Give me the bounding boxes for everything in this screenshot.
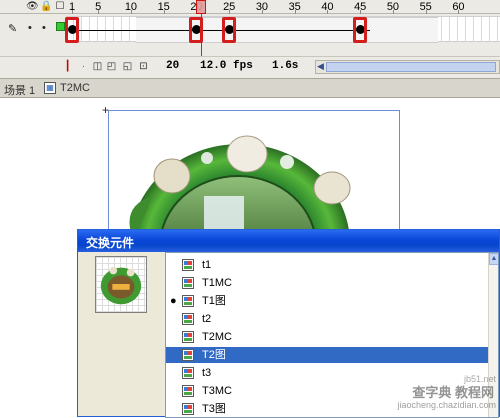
timeline-status-bar: ┃ · ◫ ◰ ◱ ⊡ 20 12.0 fps 1.6s ◀ bbox=[0, 56, 500, 78]
timeline-header: 👁 🔒 ☐ 151015202530354045505560 bbox=[0, 0, 500, 14]
symbol-list-item[interactable]: T2图 bbox=[166, 347, 488, 363]
ruler-tick bbox=[458, 10, 460, 14]
symbol-name: T2图 bbox=[202, 349, 226, 361]
ruler-tick bbox=[72, 10, 73, 14]
visibility-dot-icon[interactable]: • bbox=[28, 22, 32, 34]
ruler-tick bbox=[392, 10, 394, 14]
symbol-type-icon bbox=[182, 367, 194, 379]
outline-icon[interactable]: ☐ bbox=[54, 1, 66, 13]
keyframe-highlight-box bbox=[65, 17, 79, 43]
ruler-tick bbox=[425, 10, 427, 14]
center-frame-icon[interactable]: ┃ bbox=[62, 61, 73, 72]
lock-icon[interactable]: 🔒 bbox=[40, 1, 52, 13]
current-frame: 20 bbox=[166, 60, 180, 72]
symbol-name: T3图 bbox=[202, 403, 226, 415]
symbol-name: T2MC bbox=[202, 331, 232, 343]
keyframe-highlight-box bbox=[222, 17, 237, 43]
modify-markers-icon[interactable]: ⊡ bbox=[138, 61, 149, 72]
edit-bar: 场景 1 ▦ T2MC bbox=[0, 78, 500, 98]
dialog-titlebar[interactable]: 交换元件 bbox=[78, 230, 499, 252]
ruler-tick bbox=[98, 10, 100, 14]
ruler-tick bbox=[261, 10, 263, 14]
symbol-name: T1MC bbox=[202, 277, 232, 289]
watermark-corner: jb51.net bbox=[463, 374, 496, 384]
pebble-shape bbox=[280, 155, 294, 169]
frame-rate: 12.0 fps bbox=[200, 60, 253, 72]
frame-cells[interactable] bbox=[66, 16, 500, 43]
preview-thumbnail bbox=[100, 266, 142, 305]
symbol-type-icon bbox=[182, 331, 194, 343]
symbol-type-icon bbox=[182, 349, 194, 361]
edit-multiple-icon[interactable]: ◱ bbox=[122, 61, 133, 72]
watermark-text: 查字典 教程网 bbox=[412, 385, 494, 400]
symbol-type-icon bbox=[182, 403, 194, 415]
ruler-tick bbox=[163, 10, 165, 14]
symbol-name: T1图 bbox=[202, 295, 226, 307]
symbol-name: T3MC bbox=[202, 385, 232, 397]
symbol-name: t1 bbox=[202, 259, 212, 271]
scene-breadcrumb[interactable]: 场景 1 bbox=[4, 82, 35, 98]
pencil-icon: ✎ bbox=[8, 23, 18, 35]
watermark: 查字典 教程网 jiaocheng.chazidian.com jb51.net bbox=[360, 374, 500, 417]
elapsed-time: 1.6s bbox=[272, 60, 299, 72]
ruler-tick bbox=[360, 10, 362, 14]
onion-skin-icon[interactable]: ◫ bbox=[92, 61, 103, 72]
playhead-handle[interactable] bbox=[196, 0, 206, 14]
seashell-shape bbox=[313, 171, 351, 205]
pebble-shape bbox=[201, 152, 213, 164]
scroll-up-icon[interactable]: ▲ bbox=[489, 253, 498, 265]
timeline-panel: 👁 🔒 ☐ 151015202530354045505560 ✎ • • ┃ ·… bbox=[0, 0, 500, 82]
symbol-name: t2 bbox=[202, 313, 212, 325]
symbol-name: t3 bbox=[202, 367, 212, 379]
movie-clip-icon: ▦ bbox=[44, 82, 56, 94]
ruler-tick bbox=[229, 10, 231, 14]
lock-dot-icon[interactable]: • bbox=[42, 22, 46, 34]
symbol-type-icon bbox=[182, 385, 194, 397]
seashell-shape bbox=[226, 135, 268, 173]
scrollbar-thumb[interactable] bbox=[326, 62, 496, 72]
symbol-list-item[interactable]: ● T1图 bbox=[166, 293, 488, 309]
separator-icon: · bbox=[81, 61, 86, 72]
onion-outline-icon[interactable]: ◰ bbox=[106, 61, 117, 72]
keyframe-highlight-box bbox=[353, 17, 368, 43]
layer-color-swatch[interactable] bbox=[56, 22, 65, 31]
layer-cell[interactable]: ✎ • • bbox=[0, 16, 66, 42]
playhead-line bbox=[201, 14, 202, 60]
dialog-title: 交换元件 bbox=[86, 236, 135, 250]
symbol-type-icon bbox=[182, 295, 194, 307]
symbol-list-item[interactable]: t1 bbox=[166, 257, 488, 273]
symbol-preview bbox=[95, 256, 147, 313]
watermark-url: jiaocheng.chazidian.com bbox=[397, 400, 496, 410]
frame-ruler[interactable]: 151015202530354045505560 bbox=[66, 0, 500, 14]
eye-icon[interactable]: 👁 bbox=[26, 1, 39, 13]
symbol-list-item[interactable]: t3 bbox=[166, 365, 488, 381]
symbol-type-icon bbox=[182, 259, 194, 271]
tween-line bbox=[72, 30, 370, 31]
symbol-list-item[interactable]: t2 bbox=[166, 311, 488, 327]
scroll-left-icon[interactable]: ◀ bbox=[317, 61, 324, 72]
timeline-scrollbar[interactable]: ◀ bbox=[315, 60, 500, 74]
ruler-tick bbox=[130, 10, 132, 14]
seashell-shape bbox=[153, 158, 191, 194]
symbol-type-icon bbox=[182, 313, 194, 325]
ruler-tick bbox=[327, 10, 329, 14]
ruler-tick bbox=[294, 10, 296, 14]
current-symbol-bullet: ● bbox=[170, 295, 177, 307]
symbol-type-icon bbox=[182, 277, 194, 289]
symbol-list-item[interactable]: T2MC bbox=[166, 329, 488, 345]
symbol-list-item[interactable]: T1MC bbox=[166, 275, 488, 291]
symbol-breadcrumb[interactable]: T2MC bbox=[60, 82, 90, 94]
